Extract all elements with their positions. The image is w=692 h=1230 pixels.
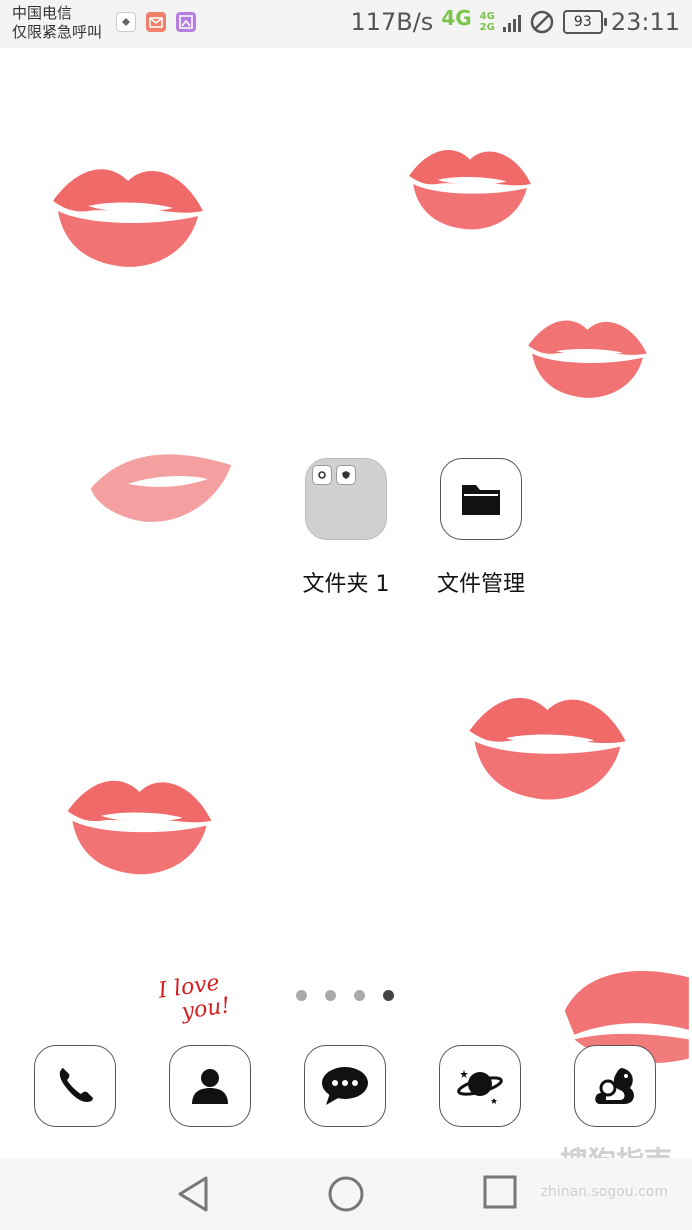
- network-type: 4G: [441, 6, 472, 30]
- lips-print-decoration: [67, 780, 212, 875]
- app-folder-1[interactable]: 文件夹 1: [276, 458, 416, 598]
- recents-icon[interactable]: [482, 1174, 518, 1212]
- uc-browser-icon[interactable]: [574, 1045, 656, 1127]
- notification-icons: [116, 12, 196, 32]
- notification-app-icon: [116, 12, 136, 32]
- page-dot-active[interactable]: [383, 990, 394, 1001]
- file-manager-icon[interactable]: [440, 458, 522, 540]
- status-indicators: 117B/s 4G 4G 2G 93 23:11: [350, 6, 680, 36]
- page-dot[interactable]: [296, 990, 307, 1001]
- carrier-name: 中国电信: [12, 4, 73, 22]
- page-indicator: [296, 990, 394, 1001]
- page-dot[interactable]: [325, 990, 336, 1001]
- lips-print-decoration: [469, 697, 626, 800]
- battery-icon: 93: [562, 10, 607, 34]
- messages-icon[interactable]: [304, 1045, 386, 1127]
- watermark-url: zhinan.sogou.com: [540, 1184, 668, 1200]
- network-stack-bottom: 2G: [479, 22, 495, 33]
- lips-print-decoration: [528, 320, 647, 398]
- phone-icon[interactable]: [34, 1045, 116, 1127]
- network-stack: 4G 2G: [480, 11, 495, 33]
- mail-icon: [146, 12, 166, 32]
- contacts-icon[interactable]: [169, 1045, 251, 1127]
- home-icon[interactable]: [326, 1174, 366, 1214]
- page-dot[interactable]: [354, 990, 365, 1001]
- clock: 23:11: [610, 8, 680, 36]
- gallery-icon: [176, 12, 196, 32]
- lips-print-decoration: [90, 454, 232, 522]
- lips-print-decoration: [409, 150, 531, 230]
- browser-planet-icon[interactable]: [439, 1045, 521, 1127]
- carrier-status: 仅限紧急呼叫: [12, 23, 103, 41]
- lips-print-decoration: [53, 169, 203, 267]
- love-you-text-decoration: I love you!: [157, 970, 232, 1027]
- app-label: 文件夹 1: [302, 572, 390, 597]
- carrier-info: 中国电信 仅限紧急呼叫: [12, 4, 102, 42]
- dock: [0, 1045, 692, 1129]
- network-speed: 117B/s: [350, 8, 434, 36]
- folder-icon[interactable]: [305, 458, 387, 540]
- app-label: 文件管理: [436, 572, 525, 597]
- status-bar: 中国电信 仅限紧急呼叫 117B/s 4G 4G 2G 93 23:11: [0, 0, 692, 48]
- signal-icon: [502, 12, 521, 32]
- back-icon[interactable]: [174, 1174, 212, 1214]
- do-not-disturb-icon: [530, 10, 554, 34]
- security-mini-icon: [336, 465, 356, 485]
- network-stack-top: 4G: [479, 11, 495, 22]
- app-file-manager[interactable]: 文件管理: [411, 458, 551, 598]
- settings-mini-icon: [312, 465, 332, 485]
